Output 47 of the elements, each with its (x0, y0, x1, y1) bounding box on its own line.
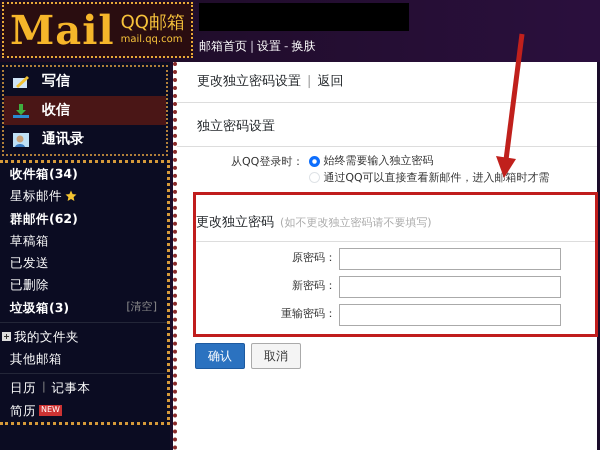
field-label: 原密码： (291, 250, 336, 266)
password-field[interactable] (339, 276, 561, 298)
password-field[interactable] (339, 248, 561, 270)
nav-link[interactable]: 邮箱首页 (198, 37, 247, 55)
empty-link[interactable]: [清空] (126, 300, 157, 315)
folder-link[interactable]: 草稿箱 (10, 232, 49, 249)
confirm-button[interactable]: 确认 (195, 342, 245, 368)
separator: | (42, 380, 46, 396)
page-title: 更改独立密码设置 (197, 73, 301, 91)
back-link[interactable]: 返回 (317, 72, 344, 92)
brand-name: QQ邮箱 (120, 12, 185, 32)
cancel-button[interactable]: 取消 (251, 342, 301, 368)
logo-text: Mail (10, 6, 115, 54)
login-label: 从QQ登录时： (230, 154, 304, 170)
password-field[interactable] (339, 304, 561, 326)
folder-link[interactable]: 星标邮件 (10, 188, 62, 204)
folder-link[interactable]: 收件箱(34) (10, 166, 78, 182)
folder-link[interactable]: 其他邮箱 (10, 351, 62, 368)
pencil-icon (12, 74, 30, 90)
domain-text: mail.qq.com (120, 33, 184, 48)
tool-link[interactable]: 日历 (10, 380, 36, 396)
field-label: 新密码： (291, 278, 336, 294)
nav-link[interactable]: 设置 (256, 37, 281, 55)
folder-link[interactable]: 群邮件(62) (10, 210, 78, 227)
section-title: 更改独立密码 (196, 214, 274, 232)
nav-link[interactable]: 换肤 (291, 37, 316, 55)
tool-link[interactable]: 记事本 (52, 380, 91, 396)
sidebar-action[interactable]: 通讯录 (4, 125, 166, 154)
hint-text: (如不更改独立密码请不要填写) (280, 215, 432, 231)
radio-option[interactable]: 始终需要输入独立密码 (309, 153, 550, 170)
separator: | (250, 38, 254, 55)
folder-link[interactable]: 已发送 (10, 255, 49, 272)
download-icon (12, 102, 30, 118)
folder-link[interactable]: 已删除 (10, 277, 49, 294)
radio-button[interactable] (309, 156, 320, 167)
new-badge: NEW (39, 405, 62, 416)
sidebar-action[interactable]: 收信 (4, 96, 166, 125)
folder-link[interactable]: 我的文件夹 (14, 328, 79, 345)
resume-link[interactable]: 简历 (10, 402, 36, 419)
expand-icon[interactable] (2, 332, 11, 342)
field-label: 重输密码： (280, 306, 336, 322)
sidebar-action[interactable]: 写信 (4, 67, 166, 96)
contacts-icon (12, 132, 30, 148)
folder-link[interactable]: 垃圾箱(3) (10, 300, 70, 316)
separator: - (284, 38, 288, 55)
separator: | (307, 73, 312, 91)
section-title: 独立密码设置 (177, 102, 597, 147)
